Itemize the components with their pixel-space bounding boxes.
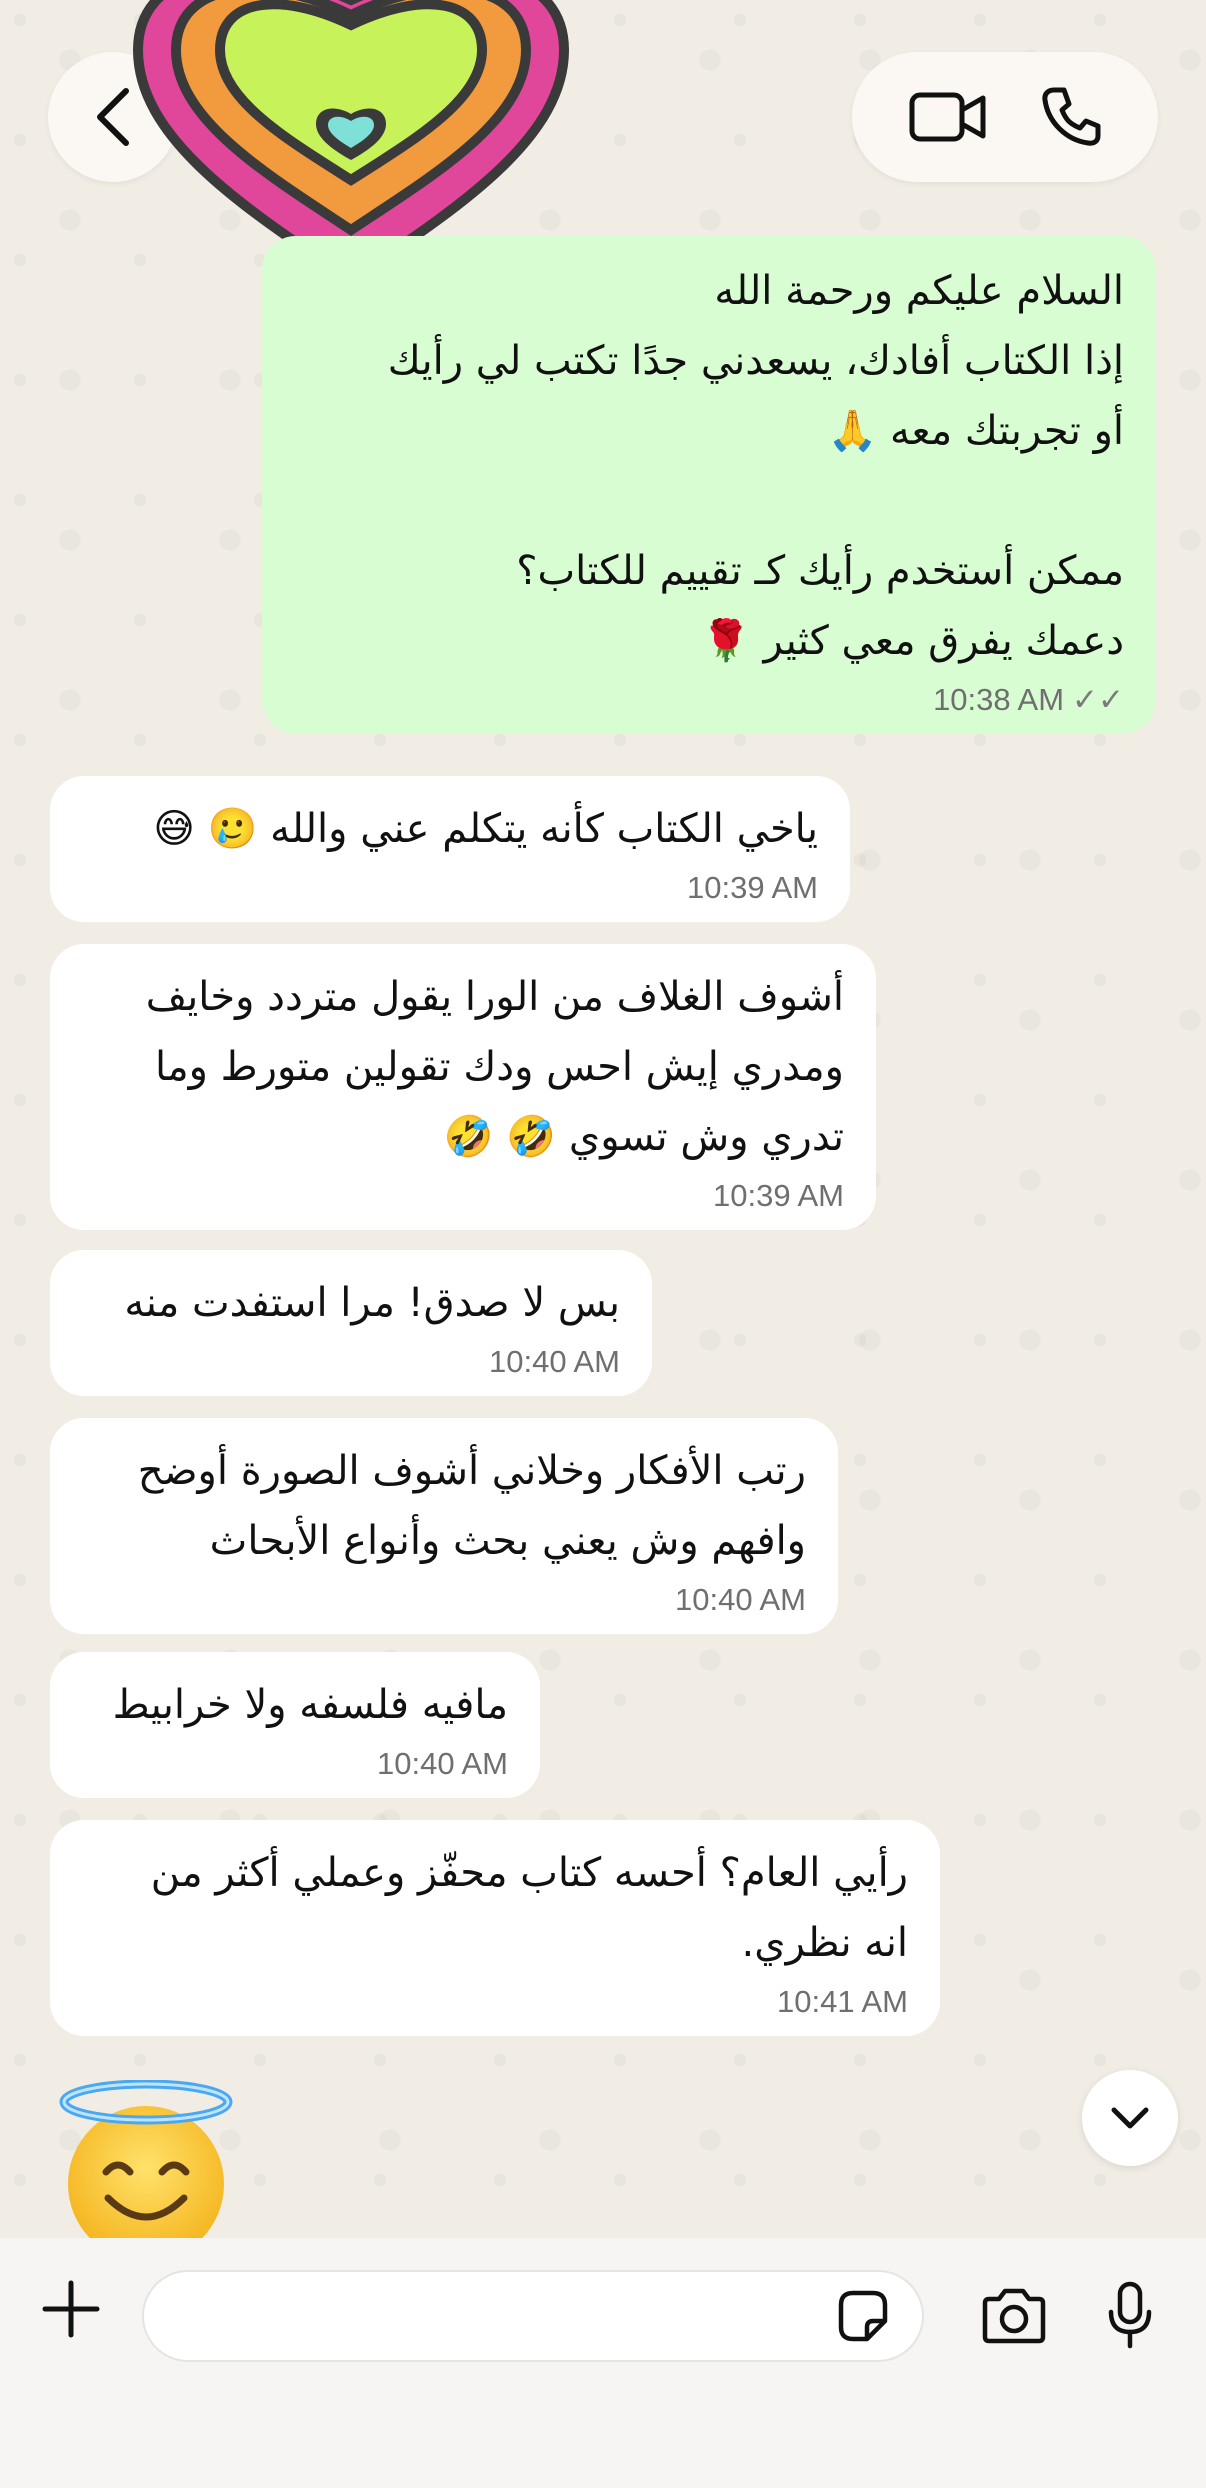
attach-button[interactable]	[40, 2278, 102, 2340]
message-bubble-incoming[interactable]: ياخي الكتاب كأنه يتكلم عني والله 🥲 😅 10:…	[50, 776, 850, 922]
smiling-face-with-halo-icon[interactable]	[58, 2080, 234, 2256]
microphone-icon	[1108, 2281, 1152, 2349]
message-line: أو تجربتك معه 🙏	[827, 408, 1124, 454]
message-bubble-incoming[interactable]: رأيي العام؟ أحسه كتاب محفّز وعملي أكثر م…	[50, 1820, 940, 2036]
message-timestamp: 10:40 AM	[489, 1344, 620, 1379]
camera-icon	[982, 2288, 1046, 2344]
timestamp-text: 10:38 AM	[933, 682, 1065, 717]
message-line: ياخي الكتاب كأنه يتكلم عني والله 🥲 😅	[153, 806, 818, 852]
message-bubble-incoming[interactable]: بس لا صدق! مرا استفدت منه 10:40 AM	[50, 1250, 652, 1396]
message-input[interactable]	[142, 2270, 924, 2362]
message-bubble-incoming[interactable]: رتب الأفكار وخلاني أشوف الصورة أوضح وافه…	[50, 1418, 838, 1634]
message-line: رتب الأفكار وخلاني أشوف الصورة أوضح	[137, 1448, 806, 1494]
message-line: انه نظري.	[741, 1920, 908, 1966]
message-line: السلام عليكم ورحمة الله	[714, 268, 1124, 314]
message-line: مافيه فلسفه ولا خرابيط	[112, 1682, 508, 1728]
message-line: بس لا صدق! مرا استفدت منه	[124, 1280, 620, 1326]
plus-icon	[42, 2280, 100, 2338]
message-timestamp: 10:38 AM ✓✓	[294, 680, 1124, 720]
message-bubble-outgoing[interactable]: السلام عليكم ورحمة الله إذا الكتاب أفادك…	[262, 236, 1156, 734]
message-bubble-incoming[interactable]: أشوف الغلاف من الورا يقول متردد وخايف وم…	[50, 944, 876, 1230]
message-line: إذا الكتاب أفادك، يسعدني جدًا تكتب لي رأ…	[387, 338, 1124, 384]
message-timestamp: 10:40 AM	[377, 1746, 508, 1781]
message-line: أشوف الغلاف من الورا يقول متردد وخايف	[145, 974, 844, 1020]
read-receipt-icon: ✓✓	[1072, 682, 1124, 717]
message-line: ممكن أستخدم رأيك كـ تقييم للكتاب؟	[516, 548, 1124, 594]
scroll-to-bottom-button[interactable]	[1082, 2070, 1178, 2166]
message-timestamp: 10:39 AM	[687, 870, 818, 905]
sticker-icon	[838, 2290, 888, 2342]
chevron-down-icon	[1111, 2107, 1149, 2129]
video-camera-icon[interactable]	[909, 90, 987, 144]
message-line: وافهم وش يعني بحث وأنواع الأبحاث	[209, 1518, 806, 1564]
message-timestamp: 10:41 AM	[777, 1984, 908, 2019]
message-line: تدري وش تسوي 🤣 🤣	[443, 1114, 844, 1160]
call-actions	[852, 52, 1158, 182]
message-bubble-incoming[interactable]: مافيه فلسفه ولا خرابيط 10:40 AM	[50, 1652, 540, 1798]
camera-button[interactable]	[976, 2282, 1052, 2350]
phone-icon[interactable]	[1040, 86, 1102, 148]
message-line: ومدري إيش احس ودك تقولين متورط وما	[155, 1044, 844, 1090]
sticker-button[interactable]	[828, 2282, 896, 2350]
message-line: دعمك يفرق معي كثير 🌹	[701, 618, 1124, 664]
message-timestamp: 10:39 AM	[713, 1178, 844, 1213]
message-timestamp: 10:40 AM	[675, 1582, 806, 1617]
message-line-blank	[294, 466, 1124, 536]
microphone-button[interactable]	[1100, 2276, 1160, 2356]
message-line: رأيي العام؟ أحسه كتاب محفّز وعملي أكثر م…	[150, 1850, 908, 1896]
